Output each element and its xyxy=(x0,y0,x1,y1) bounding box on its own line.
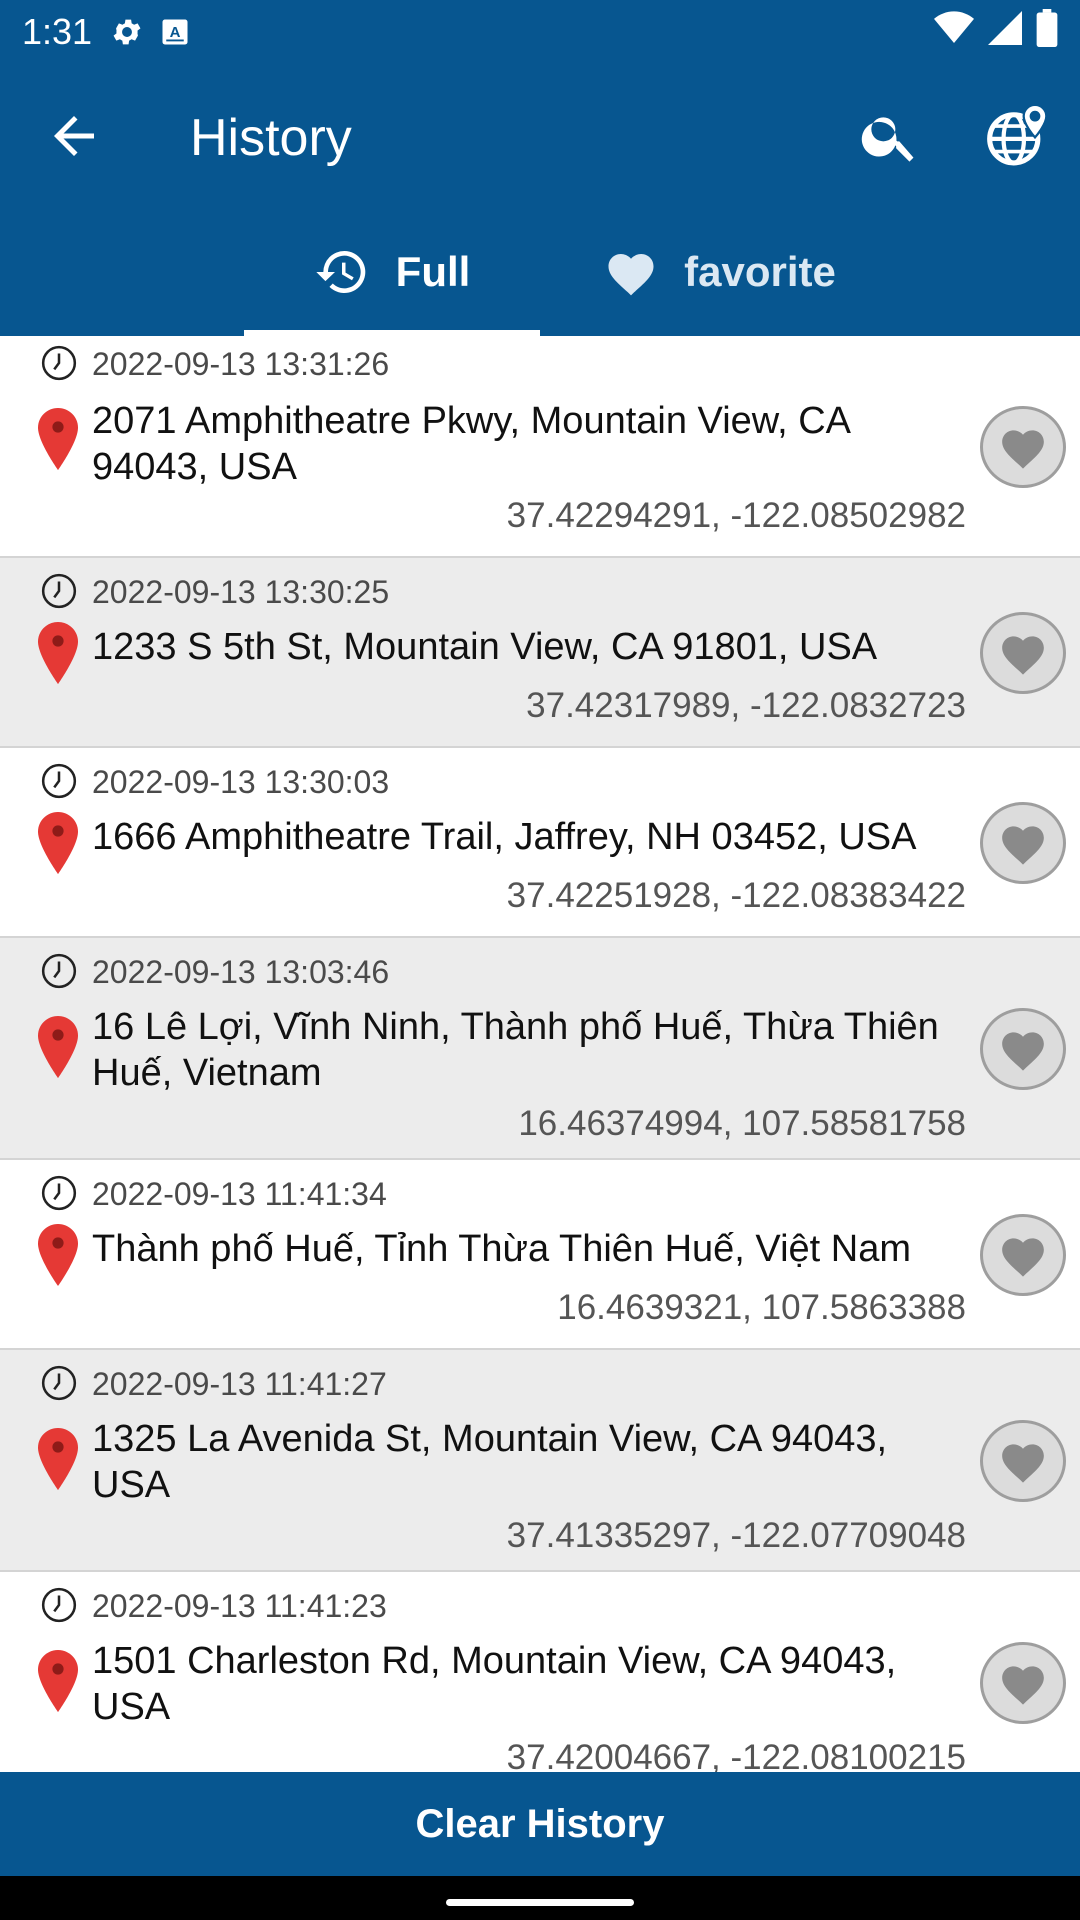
history-item[interactable]: 2022-09-13 11:41:23 1501 Charleston Rd, M… xyxy=(0,1572,1080,1772)
history-item[interactable]: 2022-09-13 11:41:34 Thành phố Huế, Tỉnh T… xyxy=(0,1160,1080,1350)
history-datetime: 2022-09-13 13:31:26 xyxy=(92,346,390,382)
history-datetime: 2022-09-13 11:41:23 xyxy=(92,1588,387,1624)
favorite-heart-button[interactable] xyxy=(980,406,1066,488)
history-address: 1501 Charleston Rd, Mountain View, CA 94… xyxy=(92,1640,897,1728)
map-pin-icon xyxy=(38,408,78,470)
map-pin-icon xyxy=(38,622,78,684)
app-bar: History xyxy=(0,64,1080,208)
tab-full-label: Full xyxy=(395,248,471,295)
clock-icon xyxy=(40,762,78,800)
battery-icon xyxy=(1036,8,1058,56)
clear-history-button[interactable]: Clear History xyxy=(0,1772,1080,1876)
globe-location-icon[interactable] xyxy=(984,102,1052,170)
keyboard-a-icon: A xyxy=(160,17,190,47)
history-coordinates: 37.42251928, -122.08383422 xyxy=(506,876,966,915)
favorite-heart-button[interactable] xyxy=(980,1420,1066,1502)
history-icon xyxy=(316,251,365,293)
history-coordinates: 37.41335297, -122.07709048 xyxy=(506,1516,966,1555)
clock-icon xyxy=(40,1586,78,1624)
cell-signal-icon xyxy=(988,10,1022,55)
history-datetime: 2022-09-13 11:41:34 xyxy=(92,1176,387,1212)
history-address: Thành phố Huế, Tỉnh Thừa Thiên Huế, Việt… xyxy=(92,1228,912,1270)
history-coordinates: 37.42294291, -122.08502982 xyxy=(506,496,966,535)
history-item[interactable]: 2022-09-13 13:30:25 1233 S 5th St, Mounta… xyxy=(0,558,1080,748)
map-pin-icon xyxy=(38,1224,78,1286)
history-coordinates: 37.42004667, -122.08100215 xyxy=(506,1738,966,1772)
tab-favorite-label: favorite xyxy=(684,248,836,295)
clock-icon xyxy=(40,344,78,382)
map-pin-icon xyxy=(38,1428,78,1490)
favorite-heart-button[interactable] xyxy=(980,1008,1066,1090)
map-pin-icon xyxy=(38,1650,78,1712)
wifi-icon xyxy=(934,10,974,55)
favorite-heart-button[interactable] xyxy=(980,802,1066,884)
home-gesture-handle[interactable] xyxy=(446,1899,634,1906)
status-time: 1:31 xyxy=(22,11,93,52)
history-coordinates: 16.4639321, 107.5863388 xyxy=(557,1288,966,1327)
search-icon[interactable] xyxy=(858,104,922,168)
tab-full[interactable]: Full xyxy=(244,208,540,336)
history-address: 16 Lê Lợi, Vĩnh Ninh, Thành phố Huế, Thừ… xyxy=(92,1006,939,1094)
history-address: 1325 La Avenida St, Mountain View, CA 94… xyxy=(92,1418,888,1506)
favorite-heart-button[interactable] xyxy=(980,612,1066,694)
history-coordinates: 16.46374994, 107.58581758 xyxy=(518,1104,966,1143)
tab-favorite[interactable]: favorite xyxy=(570,208,870,336)
history-item[interactable]: 2022-09-13 13:30:03 1666 Amphitheatre Tra… xyxy=(0,748,1080,938)
clock-icon xyxy=(40,572,78,610)
history-address: 1666 Amphitheatre Trail, Jaffrey, NH 034… xyxy=(92,816,917,858)
map-pin-icon xyxy=(38,812,78,874)
history-address: 1233 S 5th St, Mountain View, CA 91801, … xyxy=(92,626,878,668)
history-item[interactable]: 2022-09-13 13:03:46 16 Lê Lợi, Vĩnh Ninh,… xyxy=(0,938,1080,1160)
history-datetime: 2022-09-13 13:03:46 xyxy=(92,954,390,990)
favorite-heart-button[interactable] xyxy=(980,1214,1066,1296)
svg-text:A: A xyxy=(170,24,181,41)
history-datetime: 2022-09-13 13:30:03 xyxy=(92,764,390,800)
back-arrow-icon[interactable] xyxy=(44,106,104,166)
history-address: 2071 Amphitheatre Pkwy, Mountain View, C… xyxy=(92,400,849,488)
system-nav-bar xyxy=(0,1876,1080,1920)
history-item[interactable]: 2022-09-13 13:31:26 2071 Amphitheatre Pkw… xyxy=(0,336,1080,558)
map-pin-icon xyxy=(38,1016,78,1078)
settings-gear-icon xyxy=(110,15,144,49)
status-bar: 1:31 A xyxy=(0,0,1080,64)
clock-icon xyxy=(40,1174,78,1212)
clock-icon xyxy=(40,952,78,990)
tab-bar: Full favorite xyxy=(0,208,1080,336)
history-datetime: 2022-09-13 13:30:25 xyxy=(92,574,390,610)
history-list[interactable]: 2022-09-13 13:31:26 2071 Amphitheatre Pkw… xyxy=(0,336,1080,1772)
history-item[interactable]: 2022-09-13 11:41:27 1325 La Avenida St, M… xyxy=(0,1350,1080,1572)
history-datetime: 2022-09-13 11:41:27 xyxy=(92,1366,387,1402)
history-coordinates: 37.42317989, -122.0832723 xyxy=(526,686,966,725)
favorite-heart-button[interactable] xyxy=(980,1642,1066,1724)
clock-icon xyxy=(40,1364,78,1402)
heart-icon xyxy=(608,254,654,296)
page-title: History xyxy=(190,109,352,167)
